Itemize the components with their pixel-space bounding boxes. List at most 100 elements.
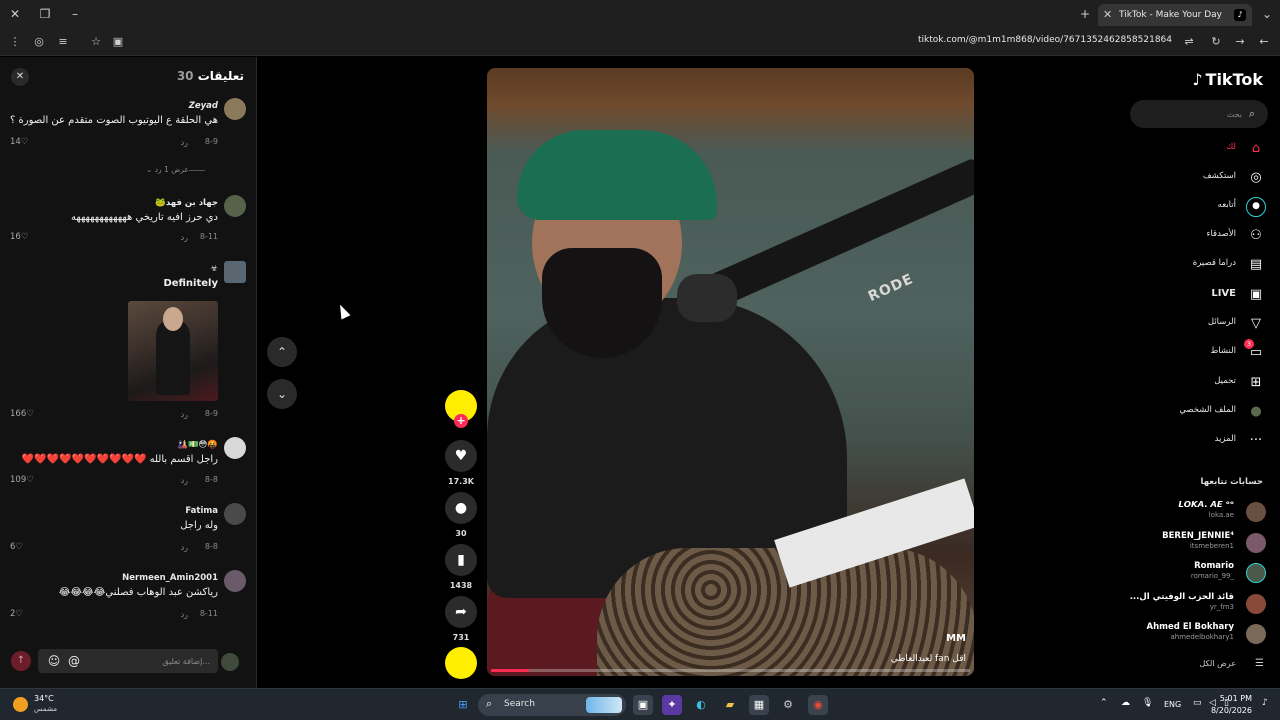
tiktok-logo[interactable]: ♪ TikTok xyxy=(1192,70,1263,89)
comment-username[interactable]: ☣ xyxy=(210,264,218,274)
nav-upload[interactable]: ⊞ تحميل xyxy=(1136,372,1266,394)
nav-more[interactable]: ··· المزيد xyxy=(1136,430,1266,452)
tab-title: TikTok - Make Your Day xyxy=(1119,10,1223,20)
bookmark-star-icon[interactable]: ☆ xyxy=(87,33,105,51)
comment-image[interactable] xyxy=(128,301,218,401)
reading-list-icon[interactable]: ≡ xyxy=(54,33,72,51)
weather-sun-icon[interactable] xyxy=(13,697,28,712)
file-explorer-icon[interactable]: ▰ xyxy=(720,695,740,715)
music-disc-icon[interactable] xyxy=(445,647,477,679)
nav-explore[interactable]: ◎ استكشف xyxy=(1136,167,1266,189)
video-player[interactable]: RODE MM اقل fan لعبدالعاطي xyxy=(487,68,974,676)
reply-button[interactable]: رد xyxy=(181,233,188,242)
reply-button[interactable]: رد xyxy=(181,610,188,619)
chrome-icon[interactable]: ◉ xyxy=(808,695,828,715)
previous-video-button[interactable]: ⌃ xyxy=(267,337,297,367)
language-indicator[interactable]: ENG xyxy=(1164,700,1181,709)
comment-likes[interactable]: 109♡ xyxy=(10,475,34,485)
settings-gear-icon[interactable]: ⚙ xyxy=(778,695,798,715)
search-input[interactable] xyxy=(1142,106,1242,122)
window-close-icon[interactable]: ✕ xyxy=(5,4,25,24)
nav-activity[interactable]: ▭ 3 النشاط xyxy=(1136,339,1266,364)
share-button[interactable]: ➦ xyxy=(445,596,477,628)
video-author[interactable]: MM xyxy=(946,633,966,644)
tab-search-icon[interactable]: ⌄ xyxy=(1257,4,1277,24)
task-view-icon[interactable]: ▣ xyxy=(633,695,653,715)
window-maximize-icon[interactable]: ❐ xyxy=(35,4,55,24)
nav-live[interactable]: ▣ LIVE xyxy=(1136,284,1266,306)
back-icon[interactable]: ← xyxy=(1255,33,1273,51)
menu-dots-icon[interactable]: ⋮ xyxy=(6,33,24,51)
weather-temperature[interactable]: 34°C xyxy=(34,694,54,703)
followed-account[interactable]: 𝙇𝙊𝙆𝘼. 𝘼𝙀 ᵒᵒ loka.ae xyxy=(1116,500,1266,524)
taskbar-clock[interactable]: 5:01 PM 8/20/2026 xyxy=(1211,693,1252,717)
avatar[interactable] xyxy=(224,570,246,592)
copilot-icon[interactable]: ✦ xyxy=(662,695,682,715)
search-box[interactable]: ⌕ xyxy=(1130,100,1268,128)
comment-input-box[interactable]: ☺ @ xyxy=(38,649,218,673)
follow-plus-icon[interactable]: + xyxy=(454,414,468,428)
emoji-icon[interactable]: ☺ xyxy=(46,653,62,669)
avatar[interactable] xyxy=(224,503,246,525)
avatar[interactable] xyxy=(224,261,246,283)
comment-username[interactable]: Nermeen_Amin2001 xyxy=(122,573,218,583)
followed-account[interactable]: Ahmed El Bokhary ahmedelbokhary1 xyxy=(1116,622,1266,646)
see-all-button[interactable]: عرض الكل ☰ xyxy=(1136,657,1266,673)
nav-following[interactable]: ● أتابعه xyxy=(1136,196,1266,218)
avatar[interactable] xyxy=(224,98,246,120)
reply-button[interactable]: رد xyxy=(181,543,188,552)
nav-profile[interactable]: ● الملف الشخصي xyxy=(1136,401,1266,423)
window-minimize-icon[interactable]: – xyxy=(65,4,85,24)
search-icon[interactable]: ⌕ xyxy=(1244,106,1260,122)
like-button[interactable]: ♥ xyxy=(445,440,477,472)
url-text[interactable]: tiktok.com/@m1m1m868/video/7671352462858… xyxy=(918,35,1172,45)
cloud-icon[interactable]: ☁ xyxy=(1121,698,1130,708)
network-icon[interactable]: ▭ xyxy=(1193,698,1202,708)
edge-icon[interactable]: ◐ xyxy=(691,695,711,715)
mention-icon[interactable]: @ xyxy=(66,653,82,669)
taskbar-search[interactable]: ⌕ Search xyxy=(478,694,626,716)
comment-likes[interactable]: 14♡ xyxy=(10,137,28,147)
tray-chevron-up-icon[interactable]: ⌃ xyxy=(1100,698,1108,708)
comment-likes[interactable]: 6♡ xyxy=(10,542,23,552)
nav-friends[interactable]: ⚇ الأصدقاء xyxy=(1136,225,1266,247)
followed-account[interactable]: Romario romario_99_ xyxy=(1116,561,1266,585)
forward-icon[interactable]: → xyxy=(1231,33,1249,51)
save-button[interactable]: ▮ xyxy=(445,544,477,576)
new-tab-icon[interactable]: + xyxy=(1075,4,1095,24)
comment-likes[interactable]: 16♡ xyxy=(10,232,28,242)
nav-short-drama[interactable]: ▤ دراما قصيرة xyxy=(1136,254,1266,276)
site-settings-icon[interactable]: ⇌ xyxy=(1180,33,1198,51)
comment-username[interactable]: Zeyad xyxy=(189,101,218,111)
extensions-icon[interactable]: ▣ xyxy=(109,33,127,51)
reload-icon[interactable]: ↻ xyxy=(1207,33,1225,51)
nav-for-you[interactable]: ⌂ لك xyxy=(1136,138,1266,160)
send-comment-button[interactable]: ↑ xyxy=(11,651,31,671)
comment-username[interactable]: Fatima xyxy=(185,506,218,516)
nav-messages[interactable]: ▽ الرسائل xyxy=(1136,313,1266,335)
tab-close-icon[interactable]: ✕ xyxy=(1103,4,1112,26)
comment-input[interactable] xyxy=(100,653,210,669)
profile-icon[interactable]: ◎ xyxy=(30,33,48,51)
comment-username[interactable]: 🤬😳💵🎎 xyxy=(177,440,218,450)
close-comments-icon[interactable]: ✕ xyxy=(11,68,29,86)
followed-account[interactable]: قائد الحزب الوفيتي ال... yr_fm3 xyxy=(1116,592,1266,616)
view-replies-button[interactable]: عرض 1 رد ⌄ xyxy=(146,165,209,174)
avatar[interactable] xyxy=(224,437,246,459)
comment-likes[interactable]: 166♡ xyxy=(10,409,34,419)
next-video-button[interactable]: ⌄ xyxy=(267,379,297,409)
followed-account[interactable]: BEREN_JENNIE⁴ itsmeberen1 xyxy=(1116,531,1266,555)
reply-button[interactable]: رد xyxy=(181,138,188,147)
microphone-icon[interactable]: 🎙 xyxy=(1142,698,1153,708)
tab-tiktok[interactable]: ✕ TikTok - Make Your Day ♪ xyxy=(1098,4,1252,26)
comment-button[interactable]: ● xyxy=(445,492,477,524)
comment-likes[interactable]: 2♡ xyxy=(10,609,23,619)
notification-bell-icon[interactable]: ♪ xyxy=(1262,698,1268,708)
comment-username[interactable]: جهاد بن فهد🐸 xyxy=(155,198,218,208)
avatar[interactable] xyxy=(224,195,246,217)
start-windows-icon[interactable]: ⊞ xyxy=(453,695,473,715)
store-icon[interactable]: ▦ xyxy=(749,695,769,715)
video-progress-bar[interactable] xyxy=(491,669,970,672)
reply-button[interactable]: رد xyxy=(181,476,188,485)
reply-button[interactable]: رد xyxy=(181,410,188,419)
